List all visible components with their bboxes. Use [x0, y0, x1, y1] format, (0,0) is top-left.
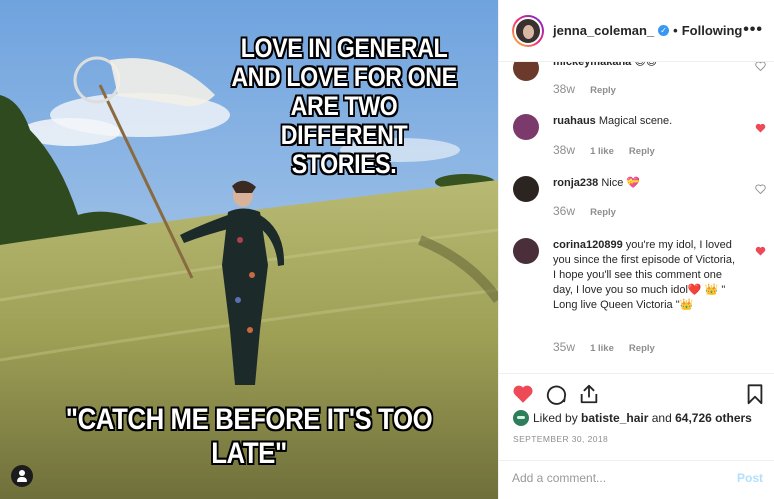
- comment-input[interactable]: [512, 471, 712, 485]
- comment-username[interactable]: mickeymakana: [553, 62, 631, 68]
- likes-count[interactable]: 64,726 others: [675, 411, 752, 425]
- post-photo[interactable]: LOVE IN GENERAL AND LOVE FOR ONE ARE TWO…: [0, 0, 498, 499]
- following-button[interactable]: Following: [682, 23, 743, 38]
- comment-like-count[interactable]: 1 like: [590, 343, 614, 354]
- comment-liked-heart-icon[interactable]: [755, 246, 766, 256]
- comment-text: Magical scene.: [598, 115, 673, 127]
- comments-list[interactable]: mickeymakana 😊😊 38w Reply ruahaus Magica…: [499, 62, 774, 373]
- comment-age: 35w: [553, 340, 576, 354]
- meme-caption-bottom: "CATCH ME BEFORE IT'S TOO LATE": [65, 403, 433, 470]
- post-sidebar: jenna_coleman_ ✓ • Following ••• mickeym…: [498, 0, 774, 499]
- post-header: jenna_coleman_ ✓ • Following •••: [499, 0, 774, 62]
- bookmark-icon[interactable]: [744, 383, 766, 405]
- post-comment-button[interactable]: Post: [737, 471, 763, 485]
- meme-caption-top: LOVE IN GENERAL AND LOVE FOR ONE ARE TWO…: [231, 33, 457, 179]
- comment-reply-button[interactable]: Reply: [590, 207, 616, 218]
- more-options-icon[interactable]: •••: [743, 21, 763, 39]
- comment-age: 38w: [553, 143, 576, 157]
- comment-reply-button[interactable]: Reply: [590, 85, 616, 96]
- header-separator: •: [673, 23, 678, 38]
- comment-username[interactable]: corina120899: [553, 239, 623, 251]
- comment-username[interactable]: ronja238: [553, 177, 598, 189]
- likes-summary[interactable]: Liked by batiste_hair and 64,726 others: [513, 410, 752, 426]
- author-avatar[interactable]: [512, 14, 544, 47]
- post-date: SEPTEMBER 30, 2018: [513, 434, 609, 444]
- comment-like-icon[interactable]: [755, 62, 766, 71]
- add-comment-bar: Post: [499, 460, 774, 499]
- user-tag-icon[interactable]: [11, 465, 33, 487]
- comment-age: 36w: [553, 204, 576, 218]
- likes-conjunction: and: [651, 411, 672, 425]
- comment-like-icon[interactable]: [755, 184, 766, 194]
- comment-age: 38w: [553, 82, 576, 96]
- comment-text: 😊😊: [634, 62, 658, 68]
- heart-filled-icon[interactable]: [512, 383, 534, 405]
- comment-icon[interactable]: [545, 383, 567, 405]
- author-username[interactable]: jenna_coleman_: [553, 23, 654, 38]
- share-icon[interactable]: [578, 383, 600, 405]
- comment-reply-button[interactable]: Reply: [629, 146, 655, 157]
- liker-avatar[interactable]: [513, 410, 529, 426]
- comment-username[interactable]: ruahaus: [553, 115, 596, 127]
- likes-prefix: Liked by: [533, 411, 578, 425]
- post-actions: Liked by batiste_hair and 64,726 others …: [499, 373, 774, 498]
- commenter-avatar[interactable]: [513, 114, 539, 140]
- verified-check-icon: ✓: [658, 25, 670, 36]
- liker-username[interactable]: batiste_hair: [581, 411, 648, 425]
- commenter-avatar[interactable]: [513, 62, 539, 81]
- comment-reply-button[interactable]: Reply: [629, 343, 655, 354]
- comment-like-count[interactable]: 1 like: [590, 146, 614, 157]
- commenter-avatar[interactable]: [513, 176, 539, 202]
- commenter-avatar[interactable]: [513, 238, 539, 264]
- comment-text: Nice 💝: [601, 177, 641, 189]
- comment-liked-heart-icon[interactable]: [755, 123, 766, 133]
